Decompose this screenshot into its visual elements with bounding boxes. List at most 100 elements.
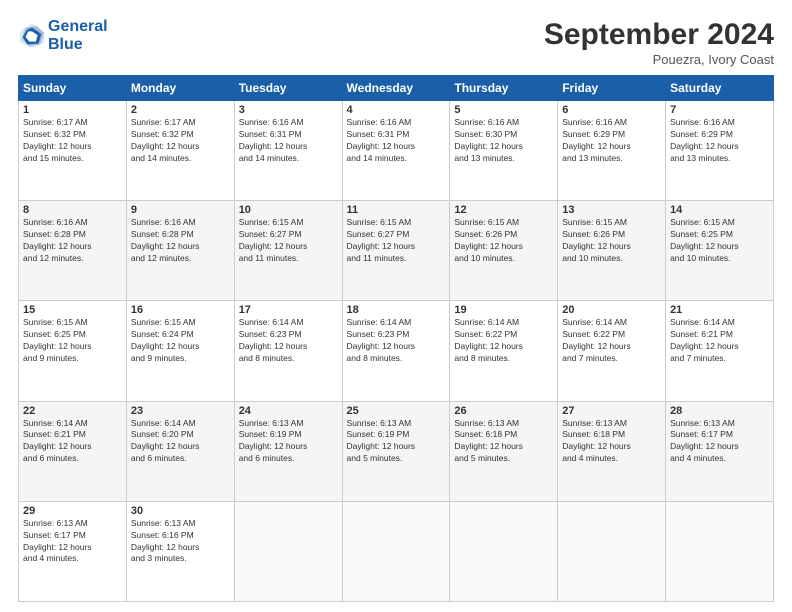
- cell-2-3: 10Sunrise: 6:15 AMSunset: 6:27 PMDayligh…: [234, 201, 342, 301]
- cell-content: Sunrise: 6:15 AMSunset: 6:25 PMDaylight:…: [23, 317, 122, 365]
- cell-4-5: 26Sunrise: 6:13 AMSunset: 6:18 PMDayligh…: [450, 401, 558, 501]
- cell-2-1: 8Sunrise: 6:16 AMSunset: 6:28 PMDaylight…: [19, 201, 127, 301]
- month-title: September 2024: [544, 18, 774, 52]
- cell-content: Sunrise: 6:13 AMSunset: 6:18 PMDaylight:…: [454, 418, 553, 466]
- cell-4-1: 22Sunrise: 6:14 AMSunset: 6:21 PMDayligh…: [19, 401, 127, 501]
- logo: General Blue: [18, 18, 108, 54]
- cell-content: Sunrise: 6:17 AMSunset: 6:32 PMDaylight:…: [131, 117, 230, 165]
- day-number: 28: [670, 405, 769, 417]
- day-number: 14: [670, 204, 769, 216]
- cell-content: Sunrise: 6:13 AMSunset: 6:19 PMDaylight:…: [239, 418, 338, 466]
- cell-content: Sunrise: 6:14 AMSunset: 6:21 PMDaylight:…: [670, 317, 769, 365]
- cell-4-3: 24Sunrise: 6:13 AMSunset: 6:19 PMDayligh…: [234, 401, 342, 501]
- cell-content: Sunrise: 6:15 AMSunset: 6:27 PMDaylight:…: [239, 217, 338, 265]
- cell-content: Sunrise: 6:16 AMSunset: 6:28 PMDaylight:…: [131, 217, 230, 265]
- header: General Blue September 2024 Pouezra, Ivo…: [18, 18, 774, 67]
- day-number: 23: [131, 405, 230, 417]
- day-number: 15: [23, 304, 122, 316]
- page: General Blue September 2024 Pouezra, Ivo…: [0, 0, 792, 612]
- cell-content: Sunrise: 6:14 AMSunset: 6:23 PMDaylight:…: [239, 317, 338, 365]
- day-number: 16: [131, 304, 230, 316]
- cell-2-7: 14Sunrise: 6:15 AMSunset: 6:25 PMDayligh…: [666, 201, 774, 301]
- cell-3-6: 20Sunrise: 6:14 AMSunset: 6:22 PMDayligh…: [558, 301, 666, 401]
- cell-content: Sunrise: 6:16 AMSunset: 6:31 PMDaylight:…: [347, 117, 446, 165]
- cell-5-1: 29Sunrise: 6:13 AMSunset: 6:17 PMDayligh…: [19, 501, 127, 601]
- week-row-3: 15Sunrise: 6:15 AMSunset: 6:25 PMDayligh…: [19, 301, 774, 401]
- week-row-2: 8Sunrise: 6:16 AMSunset: 6:28 PMDaylight…: [19, 201, 774, 301]
- logo-icon: [18, 22, 46, 50]
- day-number: 19: [454, 304, 553, 316]
- cell-3-1: 15Sunrise: 6:15 AMSunset: 6:25 PMDayligh…: [19, 301, 127, 401]
- cell-content: Sunrise: 6:16 AMSunset: 6:29 PMDaylight:…: [562, 117, 661, 165]
- day-number: 13: [562, 204, 661, 216]
- cell-1-1: 1Sunrise: 6:17 AMSunset: 6:32 PMDaylight…: [19, 101, 127, 201]
- cell-content: Sunrise: 6:14 AMSunset: 6:22 PMDaylight:…: [562, 317, 661, 365]
- cell-content: Sunrise: 6:16 AMSunset: 6:31 PMDaylight:…: [239, 117, 338, 165]
- day-number: 10: [239, 204, 338, 216]
- day-number: 29: [23, 505, 122, 517]
- location: Pouezra, Ivory Coast: [544, 52, 774, 67]
- day-number: 12: [454, 204, 553, 216]
- day-number: 25: [347, 405, 446, 417]
- cell-3-4: 18Sunrise: 6:14 AMSunset: 6:23 PMDayligh…: [342, 301, 450, 401]
- cell-2-6: 13Sunrise: 6:15 AMSunset: 6:26 PMDayligh…: [558, 201, 666, 301]
- day-number: 8: [23, 204, 122, 216]
- cell-4-2: 23Sunrise: 6:14 AMSunset: 6:20 PMDayligh…: [126, 401, 234, 501]
- cell-content: Sunrise: 6:16 AMSunset: 6:30 PMDaylight:…: [454, 117, 553, 165]
- day-number: 5: [454, 104, 553, 116]
- day-number: 30: [131, 505, 230, 517]
- cell-content: Sunrise: 6:15 AMSunset: 6:25 PMDaylight:…: [670, 217, 769, 265]
- cell-3-3: 17Sunrise: 6:14 AMSunset: 6:23 PMDayligh…: [234, 301, 342, 401]
- cell-2-5: 12Sunrise: 6:15 AMSunset: 6:26 PMDayligh…: [450, 201, 558, 301]
- weekday-tuesday: Tuesday: [234, 76, 342, 101]
- cell-content: Sunrise: 6:17 AMSunset: 6:32 PMDaylight:…: [23, 117, 122, 165]
- day-number: 2: [131, 104, 230, 116]
- cell-1-4: 4Sunrise: 6:16 AMSunset: 6:31 PMDaylight…: [342, 101, 450, 201]
- cell-1-6: 6Sunrise: 6:16 AMSunset: 6:29 PMDaylight…: [558, 101, 666, 201]
- cell-4-4: 25Sunrise: 6:13 AMSunset: 6:19 PMDayligh…: [342, 401, 450, 501]
- day-number: 24: [239, 405, 338, 417]
- cell-content: Sunrise: 6:13 AMSunset: 6:18 PMDaylight:…: [562, 418, 661, 466]
- weekday-monday: Monday: [126, 76, 234, 101]
- cell-content: Sunrise: 6:16 AMSunset: 6:29 PMDaylight:…: [670, 117, 769, 165]
- day-number: 6: [562, 104, 661, 116]
- day-number: 27: [562, 405, 661, 417]
- day-number: 20: [562, 304, 661, 316]
- day-number: 26: [454, 405, 553, 417]
- cell-content: Sunrise: 6:13 AMSunset: 6:17 PMDaylight:…: [23, 518, 122, 566]
- title-block: September 2024 Pouezra, Ivory Coast: [544, 18, 774, 67]
- weekday-saturday: Saturday: [666, 76, 774, 101]
- logo-text: General Blue: [48, 18, 108, 54]
- cell-content: Sunrise: 6:14 AMSunset: 6:23 PMDaylight:…: [347, 317, 446, 365]
- cell-2-4: 11Sunrise: 6:15 AMSunset: 6:27 PMDayligh…: [342, 201, 450, 301]
- cell-content: Sunrise: 6:13 AMSunset: 6:19 PMDaylight:…: [347, 418, 446, 466]
- calendar-table: SundayMondayTuesdayWednesdayThursdayFrid…: [18, 75, 774, 602]
- cell-5-2: 30Sunrise: 6:13 AMSunset: 6:16 PMDayligh…: [126, 501, 234, 601]
- cell-5-4: [342, 501, 450, 601]
- day-number: 1: [23, 104, 122, 116]
- cell-1-2: 2Sunrise: 6:17 AMSunset: 6:32 PMDaylight…: [126, 101, 234, 201]
- day-number: 22: [23, 405, 122, 417]
- cell-1-7: 7Sunrise: 6:16 AMSunset: 6:29 PMDaylight…: [666, 101, 774, 201]
- day-number: 3: [239, 104, 338, 116]
- day-number: 7: [670, 104, 769, 116]
- cell-4-6: 27Sunrise: 6:13 AMSunset: 6:18 PMDayligh…: [558, 401, 666, 501]
- week-row-1: 1Sunrise: 6:17 AMSunset: 6:32 PMDaylight…: [19, 101, 774, 201]
- cell-3-2: 16Sunrise: 6:15 AMSunset: 6:24 PMDayligh…: [126, 301, 234, 401]
- day-number: 18: [347, 304, 446, 316]
- cell-content: Sunrise: 6:16 AMSunset: 6:28 PMDaylight:…: [23, 217, 122, 265]
- cell-content: Sunrise: 6:13 AMSunset: 6:17 PMDaylight:…: [670, 418, 769, 466]
- cell-content: Sunrise: 6:13 AMSunset: 6:16 PMDaylight:…: [131, 518, 230, 566]
- day-number: 9: [131, 204, 230, 216]
- day-number: 17: [239, 304, 338, 316]
- week-row-4: 22Sunrise: 6:14 AMSunset: 6:21 PMDayligh…: [19, 401, 774, 501]
- weekday-wednesday: Wednesday: [342, 76, 450, 101]
- cell-3-5: 19Sunrise: 6:14 AMSunset: 6:22 PMDayligh…: [450, 301, 558, 401]
- weekday-friday: Friday: [558, 76, 666, 101]
- day-number: 4: [347, 104, 446, 116]
- cell-content: Sunrise: 6:14 AMSunset: 6:20 PMDaylight:…: [131, 418, 230, 466]
- cell-content: Sunrise: 6:15 AMSunset: 6:26 PMDaylight:…: [454, 217, 553, 265]
- cell-4-7: 28Sunrise: 6:13 AMSunset: 6:17 PMDayligh…: [666, 401, 774, 501]
- weekday-thursday: Thursday: [450, 76, 558, 101]
- weekday-header-row: SundayMondayTuesdayWednesdayThursdayFrid…: [19, 76, 774, 101]
